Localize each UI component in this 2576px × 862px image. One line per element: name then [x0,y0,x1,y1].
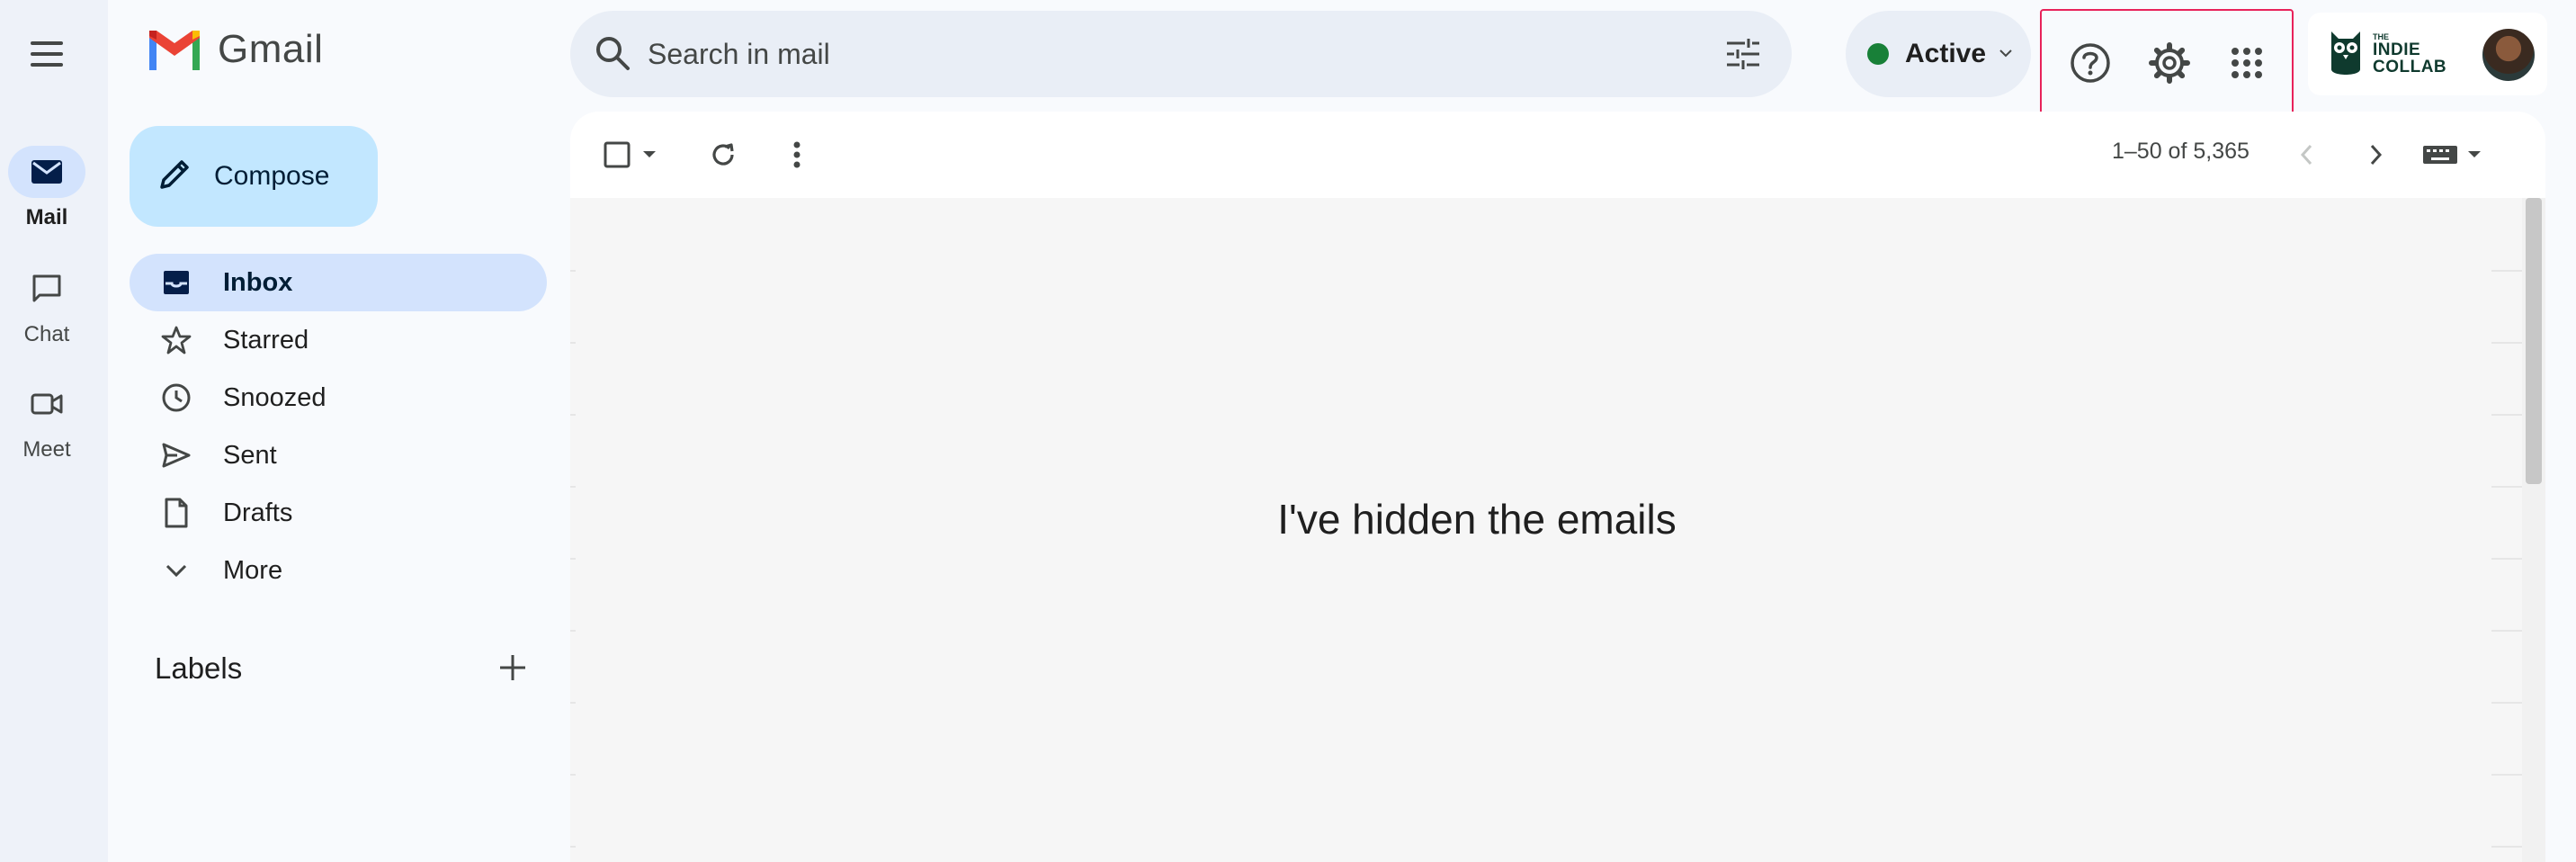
scrollbar-thumb[interactable] [2526,198,2542,484]
rail-item-mail[interactable]: Mail [0,146,94,230]
status-label: Active [1905,39,1987,68]
owl-icon [2331,31,2360,75]
select-all-checkbox[interactable] [599,133,662,176]
nav-item-starred[interactable]: Starred [130,311,547,369]
mail-icon [8,146,85,198]
nav-label-drafts: Drafts [223,498,293,527]
main-menu-icon[interactable] [25,36,68,72]
keyboard-icon [2423,146,2457,164]
divider [570,702,576,704]
nav-label-more: More [223,555,283,585]
newer-page-icon[interactable] [2285,133,2328,176]
rail-label-chat: Chat [23,322,70,346]
gmail-wordmark: Gmail [218,27,324,71]
compose-button[interactable]: Compose [130,126,378,227]
nav-item-more[interactable]: More [130,542,547,599]
divider [570,270,576,272]
nav-item-inbox[interactable]: Inbox [130,254,547,311]
status-dot [1867,43,1889,65]
avatar[interactable] [2481,27,2536,83]
main-panel: 1–50 of 5,365 I've hidden the emails [570,112,2545,862]
divider [570,774,576,776]
divider [570,342,576,344]
status-selector[interactable]: Active [1846,11,2031,97]
inbox-icon [158,265,194,301]
rail-label-meet: Meet [22,437,71,462]
older-page-icon[interactable] [2355,133,2398,176]
pagination-info: 1–50 of 5,365 [2112,139,2250,164]
account-switcher[interactable]: THE INDIE COLLAB [2308,13,2547,95]
divider [570,630,576,632]
search-options-icon[interactable] [1725,38,1761,75]
help-icon[interactable] [2065,38,2115,88]
chat-icon [8,263,85,315]
divider [2491,774,2522,776]
divider [2491,558,2522,560]
caret-down-icon [643,151,656,157]
nav-label-starred: Starred [223,325,309,355]
highlighted-icon-group [2040,9,2294,117]
hidden-emails-message: I've hidden the emails [1277,496,1677,543]
labels-heading: Labels [155,651,243,685]
input-tools-button[interactable] [2416,133,2488,176]
caret-down-icon [2468,151,2481,157]
rail-label-mail: Mail [25,205,68,229]
compose-label: Compose [214,161,330,191]
brand-line-1: INDIE [2373,40,2421,59]
divider [570,486,576,488]
nav-label-inbox: Inbox [223,267,293,297]
indie-collab-logo: THE INDIE COLLAB [2328,28,2446,80]
rail-item-meet[interactable]: Meet [0,378,94,462]
nav-item-snoozed[interactable]: Snoozed [130,369,547,427]
refresh-icon[interactable] [702,133,745,176]
divider [570,414,576,416]
star-icon [158,322,194,358]
more-options-icon[interactable] [775,133,818,176]
divider [2491,486,2522,488]
send-icon [158,437,194,473]
nav-label-snoozed: Snoozed [223,382,326,412]
divider [2491,630,2522,632]
divider [2491,342,2522,344]
nav-label-sent: Sent [223,440,277,470]
divider [2491,702,2522,704]
divider [2491,270,2522,272]
nav-item-drafts[interactable]: Drafts [130,484,547,542]
video-icon [8,378,85,430]
search-icon[interactable] [594,34,631,76]
nav-item-sent[interactable]: Sent [130,427,547,484]
left-rail: Mail Chat Meet [0,0,108,862]
divider [570,558,576,560]
mail-toolbar: 1–50 of 5,365 [570,112,2545,198]
gmail-m-icon [149,31,200,70]
pencil-icon [157,157,192,197]
clock-icon [158,380,194,416]
checkbox-icon [604,141,631,168]
search-bar[interactable] [570,11,1792,97]
apps-grid-icon[interactable] [2222,38,2272,88]
chevron-down-icon [158,552,194,588]
divider [2491,414,2522,416]
rail-item-chat[interactable]: Chat [0,263,94,347]
draft-icon [158,495,194,531]
gmail-logo[interactable]: Gmail [146,27,323,72]
search-input[interactable] [648,11,1637,97]
chevron-down-icon [1999,46,2013,62]
divider [2491,846,2522,848]
email-list-area: I've hidden the emails [570,198,2522,862]
add-label-icon[interactable] [496,651,529,688]
settings-gear-icon[interactable] [2144,38,2195,88]
divider [570,846,576,848]
brand-line-2: COLLAB [2373,57,2447,76]
